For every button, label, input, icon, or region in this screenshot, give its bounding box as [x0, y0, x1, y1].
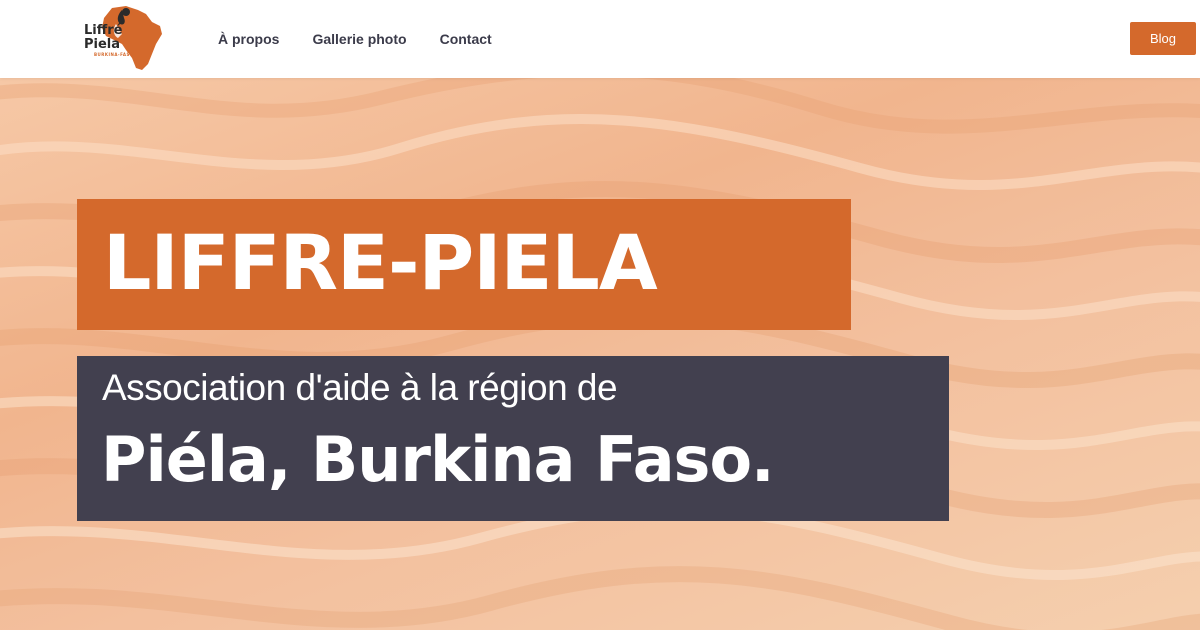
sand-dunes-background [0, 78, 1200, 630]
navbar: Liffré Piela BURKINA-FASO À propos Galle… [0, 0, 1200, 78]
logo-subtitle: BURKINA-FASO [94, 52, 134, 57]
nav-link-contact[interactable]: Contact [440, 31, 492, 47]
logo-text: Liffré Piela BURKINA-FASO [84, 24, 134, 58]
title-box: LIFFRE-PIELA [77, 199, 851, 330]
logo-line-1: Liffré [84, 23, 123, 38]
logo-line-2: Piela [84, 37, 121, 52]
nav-link-a-propos[interactable]: À propos [218, 31, 279, 47]
hero-subtitle-line-1: Association d'aide à la région de [102, 367, 618, 408]
hero-title: LIFFRE-PIELA [103, 218, 658, 307]
nav-link-gallerie-photo[interactable]: Gallerie photo [312, 31, 406, 47]
main-nav: À propos Gallerie photo Contact [218, 0, 492, 78]
subtitle-box: Association d'aide à la région de Piéla,… [77, 356, 949, 521]
hero-banner: LIFFRE-PIELA Association d'aide à la rég… [0, 78, 1200, 630]
site-logo[interactable]: Liffré Piela BURKINA-FASO [82, 4, 166, 72]
blog-button[interactable]: Blog [1130, 22, 1196, 55]
hero-subtitle-line-2: Piéla, Burkina Faso. [101, 423, 775, 496]
